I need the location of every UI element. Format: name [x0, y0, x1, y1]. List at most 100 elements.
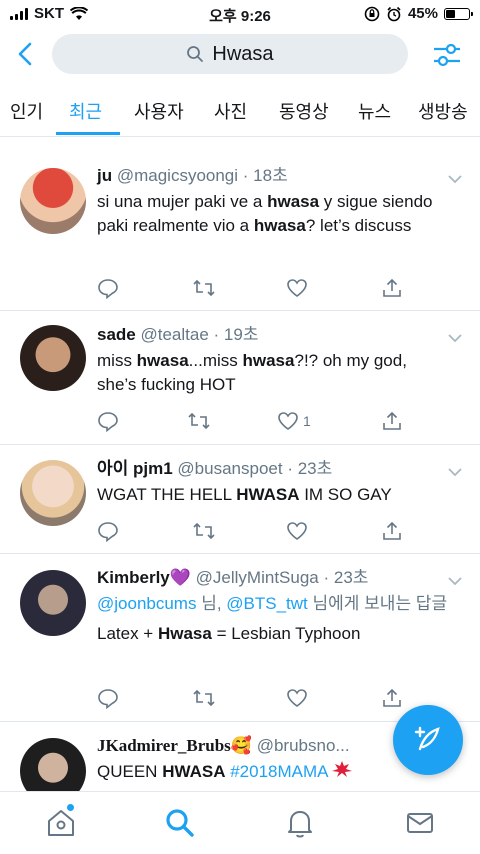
- user-handle[interactable]: @magicsyoongi: [117, 166, 238, 185]
- tweet-text: si una mujer paki ve a hwasa y sigue sie…: [97, 190, 450, 238]
- tweet-text-segment: = Lesbian Typhoon: [211, 624, 361, 643]
- back-arrow-icon[interactable]: [12, 40, 40, 68]
- tweet[interactable]: 아이 pjm1 @busanspoet · 23초 WGAT THE HELL …: [0, 445, 480, 554]
- tweet-text: QUEEN HWASA #2018MAMA: [97, 760, 450, 785]
- search-term-highlight: Hwasa: [157, 624, 212, 643]
- retweet-icon[interactable]: [187, 409, 213, 433]
- tweet-actions: 1: [97, 409, 407, 435]
- chevron-down-icon[interactable]: [448, 333, 462, 343]
- like-icon[interactable]: [286, 519, 312, 543]
- chevron-down-icon[interactable]: [448, 576, 462, 586]
- search-query: Hwasa: [212, 42, 274, 65]
- tab-live[interactable]: 생방송: [418, 98, 468, 124]
- search-tabs: 인기 최근 사용자 사진 동영상 뉴스 생방송: [0, 90, 480, 137]
- user-handle[interactable]: @JellyMintSuga: [196, 568, 319, 587]
- tab-photos[interactable]: 사진: [214, 98, 247, 124]
- tweet-header: ju @magicsyoongi · 18초: [97, 166, 288, 185]
- tweet-text: WGAT THE HELL HWASA IM SO GAY: [97, 483, 450, 507]
- tweet-time: 18초: [253, 166, 288, 185]
- notifications-bell-icon[interactable]: [283, 806, 317, 840]
- chevron-down-icon[interactable]: [448, 174, 462, 184]
- like-icon: [278, 412, 298, 430]
- reply-to-user[interactable]: @joonbcums: [97, 594, 196, 613]
- reply-context: @joonbcums 님, @BTS_twt 님에게 보내는 답글: [97, 592, 450, 616]
- bottom-nav: [0, 791, 480, 854]
- tweet-actions: [97, 686, 407, 712]
- reply-icon[interactable]: [97, 409, 123, 433]
- share-icon[interactable]: [381, 276, 407, 300]
- tweet[interactable]: sade @tealtae · 19초 miss hwasa...miss hw…: [0, 311, 480, 445]
- purple-heart-emoji: 💜: [169, 568, 191, 587]
- filter-settings-icon[interactable]: [432, 40, 462, 70]
- search-icon[interactable]: [163, 806, 197, 840]
- tweet-text-segment: ...miss: [188, 351, 243, 370]
- display-name[interactable]: sade: [97, 325, 136, 344]
- search-input[interactable]: Hwasa: [52, 34, 408, 74]
- display-name[interactable]: JKadmirer_Brubs: [97, 736, 231, 755]
- display-name[interactable]: Kimberly: [97, 568, 170, 587]
- avatar[interactable]: [20, 325, 86, 391]
- battery-icon: [444, 7, 473, 20]
- user-handle[interactable]: @busanspoet: [177, 459, 282, 478]
- mama-logo-icon: [330, 760, 354, 785]
- like-icon[interactable]: [286, 686, 312, 710]
- tweet-text-segment: miss: [97, 351, 137, 370]
- reply-icon[interactable]: [97, 276, 123, 300]
- retweet-icon[interactable]: [192, 519, 218, 543]
- search-term-highlight: hwasa: [253, 216, 306, 235]
- home-icon[interactable]: [44, 806, 78, 840]
- user-handle[interactable]: @tealtae: [140, 325, 208, 344]
- reply-icon[interactable]: [97, 686, 123, 710]
- battery-percent: 45%: [407, 5, 438, 22]
- tweet-text-segment: QUEEN: [97, 762, 163, 781]
- tweet-time: 19초: [223, 325, 259, 344]
- chevron-down-icon[interactable]: [448, 467, 462, 477]
- tweet-time: 23초: [333, 568, 369, 587]
- search-term-highlight: hwasa: [136, 351, 189, 370]
- avatar[interactable]: [20, 460, 86, 526]
- tweet-header: Kimberly💜 @JellyMintSuga · 23초: [97, 568, 369, 587]
- retweet-icon[interactable]: [192, 276, 218, 300]
- search-term-highlight: HWASA: [236, 485, 300, 504]
- tab-videos[interactable]: 동영상: [279, 98, 329, 124]
- avatar[interactable]: [20, 570, 86, 636]
- status-right: 45%: [364, 5, 473, 22]
- tweet-actions: [97, 276, 407, 302]
- display-name[interactable]: ju: [97, 166, 112, 185]
- tweet-text-segment: WGAT THE HELL: [97, 485, 237, 504]
- share-icon[interactable]: [381, 686, 407, 710]
- like-icon[interactable]: [286, 276, 312, 300]
- retweet-icon[interactable]: [192, 686, 218, 710]
- tab-latest[interactable]: 최근: [69, 98, 102, 124]
- share-icon[interactable]: [381, 519, 407, 543]
- tweet[interactable]: ju @magicsyoongi · 18초 si una mujer paki…: [0, 152, 480, 311]
- like-button[interactable]: 1: [277, 409, 317, 433]
- reply-icon[interactable]: [97, 519, 123, 543]
- hashtag-link[interactable]: #2018MAMA: [230, 762, 328, 781]
- compose-feather-icon: [414, 726, 440, 751]
- tweet-text-segment: Latex +: [97, 624, 158, 643]
- tab-people[interactable]: 사용자: [134, 98, 184, 124]
- active-tab-indicator: [56, 132, 120, 135]
- reply-suffix-1: 님,: [196, 594, 227, 613]
- new-content-dot: [67, 804, 74, 811]
- compose-tweet-button[interactable]: [393, 705, 463, 775]
- tab-popular[interactable]: 인기: [10, 98, 43, 124]
- tab-news[interactable]: 뉴스: [358, 98, 391, 124]
- reply-to-user[interactable]: @BTS_twt: [226, 594, 308, 613]
- search-icon: [187, 46, 204, 62]
- tweet[interactable]: Kimberly💜 @JellyMintSuga · 23초 @joonbcum…: [0, 554, 480, 722]
- search-header: Hwasa: [0, 30, 480, 80]
- alarm-icon: [387, 6, 401, 21]
- tweet-content: 아이 pjm1 @busanspoet · 23초 WGAT THE HELL …: [97, 457, 450, 507]
- avatar[interactable]: [20, 168, 86, 234]
- tweet-text: miss hwasa...miss hwasa?!? oh my god, sh…: [97, 349, 450, 397]
- messages-icon[interactable]: [403, 806, 437, 840]
- user-handle[interactable]: @brubsno...: [257, 736, 350, 755]
- tweet-text-segment: ? let’s discuss: [305, 216, 412, 235]
- reply-tail: 에게 보내는 답글: [328, 594, 448, 613]
- display-name[interactable]: 아이 pjm1: [97, 459, 173, 478]
- search-term-highlight: hwasa: [267, 192, 320, 211]
- share-icon[interactable]: [381, 409, 407, 433]
- tweet-header: 아이 pjm1 @busanspoet · 23초: [97, 459, 333, 478]
